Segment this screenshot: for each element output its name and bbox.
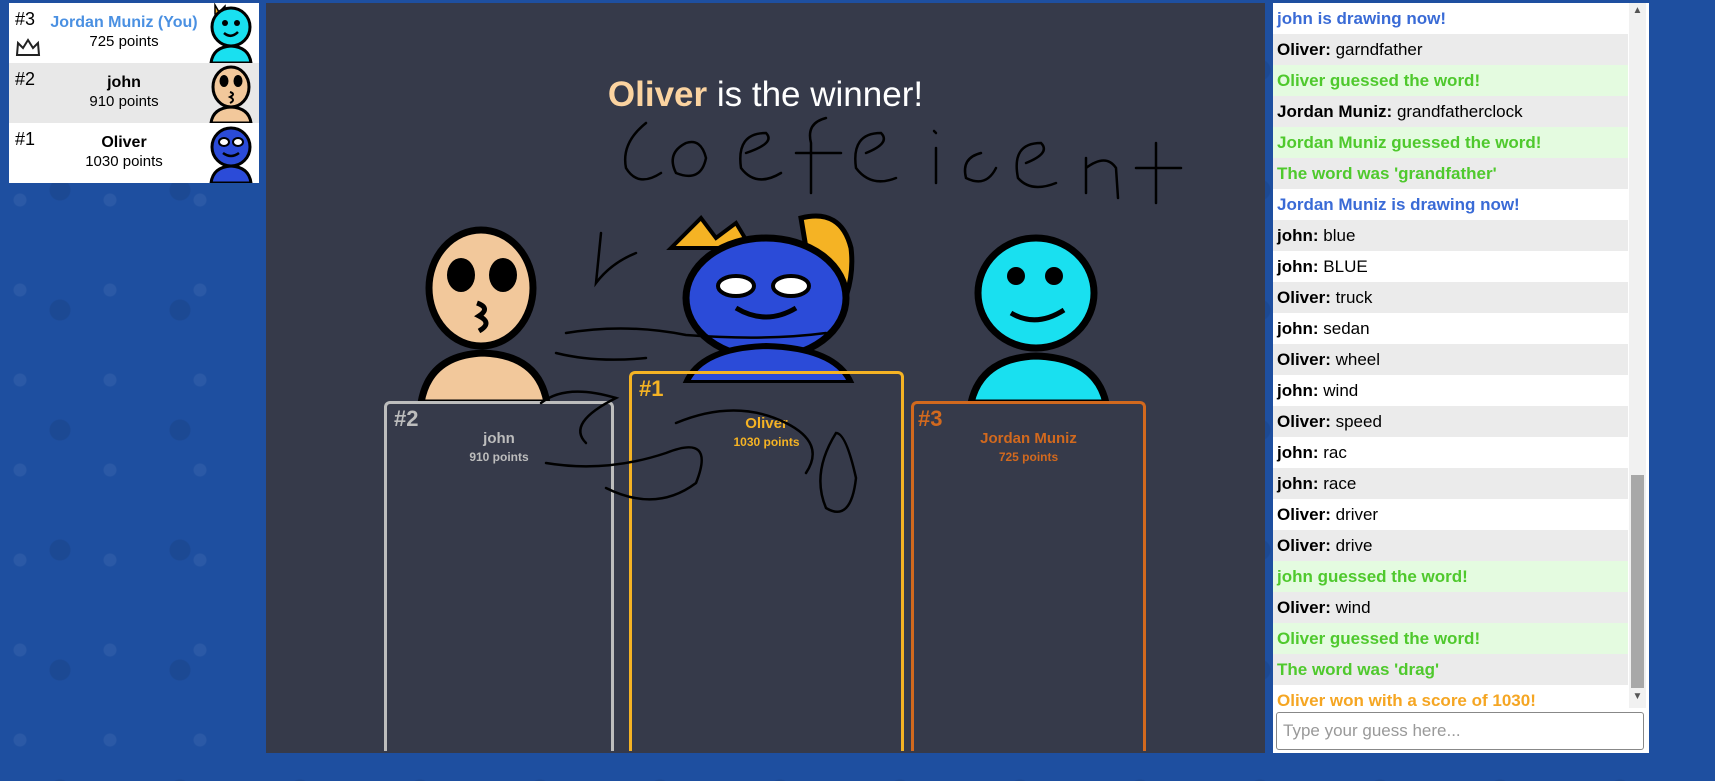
chat-message: john: BLUE bbox=[1277, 257, 1368, 276]
guess-input[interactable] bbox=[1276, 712, 1644, 750]
chat-panel: john is drawing now! Oliver: garndfather… bbox=[1273, 3, 1649, 753]
chat-message: Oliver: speed bbox=[1273, 406, 1628, 437]
first-place-avatar bbox=[666, 213, 855, 383]
chat-message: The word was 'grandfather' bbox=[1273, 158, 1628, 189]
player-avatar-icon bbox=[209, 3, 253, 63]
chat-message: Oliver: wheel bbox=[1273, 344, 1628, 375]
chat-message: Oliver: garndfather bbox=[1273, 34, 1628, 65]
chat-messages[interactable]: john is drawing now! Oliver: garndfather… bbox=[1273, 3, 1628, 708]
chat-message: Jordan Muniz guessed the word! bbox=[1273, 127, 1628, 158]
chat-message: Oliver guessed the word! bbox=[1273, 65, 1628, 96]
chat-message: Oliver: wind bbox=[1273, 592, 1628, 623]
scroll-down-icon[interactable]: ▼ bbox=[1629, 691, 1646, 702]
player-row[interactable]: #3 Jordan Muniz (You) 725 points bbox=[9, 3, 259, 63]
chat-message: john: race bbox=[1273, 468, 1628, 499]
player-avatar-icon bbox=[209, 65, 253, 123]
winner-name: Oliver bbox=[607, 75, 708, 114]
chat-message: john: rac bbox=[1277, 443, 1347, 462]
second-place-avatar bbox=[417, 226, 551, 403]
winner-suffix: is the winner! bbox=[707, 75, 924, 114]
player-list: #3 Jordan Muniz (You) 725 points #2 john… bbox=[9, 3, 259, 183]
scroll-up-icon[interactable]: ▲ bbox=[1629, 5, 1646, 16]
chat-message: Oliver guessed the word! bbox=[1273, 623, 1628, 654]
player-avatar-icon bbox=[209, 126, 253, 183]
chat-message: john: sedan bbox=[1277, 319, 1370, 338]
chat-message: john: blue bbox=[1273, 220, 1628, 251]
podium-name: Jordan Muniz bbox=[980, 430, 1077, 447]
winner-title: Oliver is the winner! bbox=[266, 75, 1265, 115]
podium-rank: #3 bbox=[918, 406, 943, 431]
chat-message: Oliver: drive bbox=[1273, 530, 1628, 561]
podium-points: 725 points bbox=[998, 450, 1059, 464]
podium-points: 910 points bbox=[469, 450, 529, 464]
chat-message: Oliver: driver bbox=[1277, 505, 1379, 524]
scrollbar-thumb[interactable] bbox=[1631, 475, 1644, 688]
podium-name: john bbox=[483, 430, 515, 447]
podium-rank: #2 bbox=[394, 406, 419, 431]
chat-message: john: wind bbox=[1277, 381, 1359, 400]
third-place-avatar bbox=[967, 234, 1110, 403]
chat-message: Oliver won with a score of 1030! bbox=[1277, 691, 1536, 708]
chat-message: john guessed the word! bbox=[1273, 561, 1628, 592]
drawing-canvas[interactable]: Oliver is the winner! #2 john 910 points… bbox=[266, 3, 1265, 753]
podium-points: 1030 points bbox=[733, 435, 800, 449]
chat-message: Jordan Muniz is drawing now! bbox=[1277, 195, 1520, 214]
podium-rank: #1 bbox=[639, 376, 664, 401]
player-row[interactable]: #1 Oliver 1030 points bbox=[9, 123, 259, 183]
chat-message: The word was 'drag' bbox=[1273, 654, 1628, 685]
chat-message: Oliver: truck bbox=[1273, 282, 1628, 313]
chat-message: Jordan Muniz: grandfatherclock bbox=[1273, 96, 1628, 127]
podium-name: Oliver bbox=[745, 415, 788, 432]
chat-message: john is drawing now! bbox=[1277, 9, 1447, 28]
chat-scrollbar[interactable]: ▲ ▼ bbox=[1629, 3, 1646, 708]
player-row[interactable]: #2 john 910 points bbox=[9, 63, 259, 123]
